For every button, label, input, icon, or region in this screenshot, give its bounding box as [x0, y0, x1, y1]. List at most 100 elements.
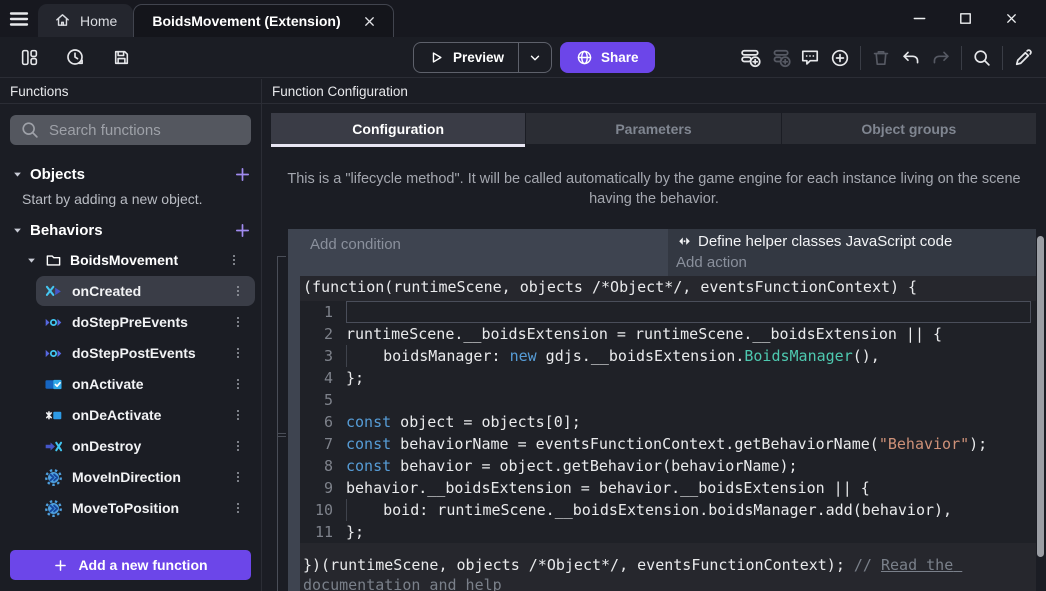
behaviors-section-header: Behaviors: [0, 215, 261, 245]
step-events-icon: [44, 313, 63, 332]
code-text: const object = objects[0];: [346, 411, 1031, 433]
code-line-7[interactable]: 7const behaviorName = eventsFunctionCont…: [300, 433, 1036, 455]
add-behavior-button[interactable]: [234, 222, 251, 239]
code-text: };: [346, 521, 1031, 543]
deactivate-icon: [44, 406, 63, 425]
event-drag-bar[interactable]: [288, 229, 300, 591]
toolbar-divider: [1002, 46, 1003, 70]
gdevelop-window: Home BoidsMovement (Extension) Preview: [0, 0, 1046, 591]
line-number: 3: [300, 345, 346, 367]
line-number: 11: [300, 521, 346, 543]
kebab-menu-icon[interactable]: [231, 470, 245, 484]
code-line-9[interactable]: 9behavior.__boidsExtension = behavior.__…: [300, 477, 1036, 499]
objects-empty-hint: Start by adding a new object.: [0, 189, 261, 209]
minimize-button[interactable]: [896, 0, 942, 37]
kebab-menu-icon[interactable]: [227, 253, 241, 267]
chevron-expand-icon[interactable]: [26, 255, 37, 266]
search-button[interactable]: [967, 43, 997, 73]
code-wrapper-open: (function(runtimeScene, objects /*Object…: [300, 276, 1036, 301]
edit-extension-button[interactable]: [1008, 43, 1038, 73]
add-function-label: Add a new function: [78, 557, 207, 573]
add-object-button[interactable]: [234, 166, 251, 183]
destroy-icon: [44, 437, 63, 456]
functions-list: onCreateddoStepPreEventsdoStepPostEvents…: [0, 275, 261, 591]
add-comment-button[interactable]: [795, 43, 825, 73]
undo-button[interactable]: [896, 43, 926, 73]
code-line-2[interactable]: 2runtimeScene.__boidsExtension = runtime…: [300, 323, 1036, 345]
add-action-button[interactable]: Add action: [676, 254, 1036, 276]
code-line-4[interactable]: 4};: [300, 367, 1036, 389]
kebab-menu-icon[interactable]: [231, 501, 245, 515]
toolbar-divider: [961, 46, 962, 70]
chevron-expand-icon[interactable]: [12, 169, 23, 180]
function-item-onDeActivate[interactable]: onDeActivate: [36, 400, 255, 430]
kebab-menu-icon[interactable]: [231, 439, 245, 453]
configuration-tabs: ConfigurationParametersObject groups: [271, 113, 1036, 144]
kebab-menu-icon[interactable]: [231, 408, 245, 422]
save-icon[interactable]: [106, 42, 136, 72]
function-item-onActivate[interactable]: onActivate: [36, 369, 255, 399]
code-line-10[interactable]: 10 boid: runtimeScene.__boidsExtension.b…: [300, 499, 1036, 521]
behaviors-header-label: Behaviors: [30, 222, 103, 239]
code-line-6[interactable]: 6const object = objects[0];: [300, 411, 1036, 433]
function-item-onDestroy[interactable]: onDestroy: [36, 431, 255, 461]
behavior-group-row[interactable]: BoidsMovement: [0, 245, 261, 275]
lifecycle-description: This is a "lifecycle method". It will be…: [276, 169, 1032, 209]
tab-extension[interactable]: BoidsMovement (Extension): [133, 4, 393, 37]
function-item-MoveInDirection[interactable]: MoveInDirection: [36, 462, 255, 492]
function-item-doStepPreEvents[interactable]: doStepPreEvents: [36, 307, 255, 337]
tab-parameters[interactable]: Parameters: [525, 113, 780, 144]
kebab-menu-icon[interactable]: [231, 315, 245, 329]
hamburger-icon: [8, 8, 30, 30]
history-icon[interactable]: [60, 42, 90, 72]
kebab-menu-icon[interactable]: [231, 377, 245, 391]
code-line-8[interactable]: 8const behavior = object.getBehavior(beh…: [300, 455, 1036, 477]
indent-guide: [277, 433, 286, 434]
tab-object-groups[interactable]: Object groups: [781, 113, 1036, 144]
main-menu-button[interactable]: [0, 0, 38, 37]
search-input[interactable]: [49, 122, 248, 139]
vertical-scrollbar[interactable]: [1037, 236, 1044, 557]
function-item-MoveToPosition[interactable]: MoveToPosition: [36, 493, 255, 523]
code-text: runtimeScene.__boidsExtension = runtimeS…: [346, 323, 1031, 345]
preview-label: Preview: [453, 50, 504, 65]
function-label: MoveToPosition: [72, 500, 179, 516]
code-line-3[interactable]: 3 boidsManager: new gdjs.__boidsExtensio…: [300, 345, 1036, 367]
share-button[interactable]: Share: [560, 42, 655, 73]
code-editor[interactable]: 12runtimeScene.__boidsExtension = runtim…: [300, 301, 1036, 543]
kebab-menu-icon[interactable]: [231, 284, 245, 298]
add-other-event-button[interactable]: [825, 43, 855, 73]
code-text: const behavior = object.getBehavior(beha…: [346, 455, 1031, 477]
preview-options-button[interactable]: [519, 51, 551, 65]
close-button[interactable]: [988, 0, 1034, 37]
function-item-onCreated[interactable]: onCreated: [36, 276, 255, 306]
chevron-expand-icon[interactable]: [12, 225, 23, 236]
maximize-button[interactable]: [942, 0, 988, 37]
tab-home[interactable]: Home: [38, 4, 133, 37]
add-event-button[interactable]: [735, 43, 765, 73]
code-text: const behaviorName = eventsFunctionConte…: [346, 433, 1031, 455]
code-line-11[interactable]: 11};: [300, 521, 1036, 543]
panel-layout-icon[interactable]: [14, 42, 44, 72]
add-sub-event-button: [765, 43, 795, 73]
preview-button[interactable]: Preview: [413, 42, 552, 73]
add-condition-button[interactable]: Add condition: [300, 229, 668, 276]
add-function-button[interactable]: Add a new function: [10, 550, 251, 580]
main-panel: Function Configuration ConfigurationPara…: [262, 79, 1046, 591]
functions-sidebar: Functions Objects Start by adding a new …: [0, 79, 262, 591]
code-line-5[interactable]: 5: [300, 389, 1036, 411]
kebab-menu-icon[interactable]: [231, 346, 245, 360]
search-functions-box[interactable]: [10, 115, 251, 145]
gear-icon: [44, 468, 63, 487]
js-code-icon: [676, 233, 693, 250]
gear-icon: [44, 499, 63, 518]
toolbar: Preview Share: [0, 37, 1046, 78]
tab-close-icon[interactable]: [360, 12, 379, 31]
events-sheet: Add condition Define helper classes Java…: [262, 229, 1046, 591]
function-item-doStepPostEvents[interactable]: doStepPostEvents: [36, 338, 255, 368]
line-number: 2: [300, 323, 346, 345]
maximize-icon: [957, 10, 974, 27]
indent-guide: [277, 256, 286, 257]
code-line-1[interactable]: 1: [300, 301, 1036, 323]
tab-configuration[interactable]: Configuration: [271, 113, 525, 144]
